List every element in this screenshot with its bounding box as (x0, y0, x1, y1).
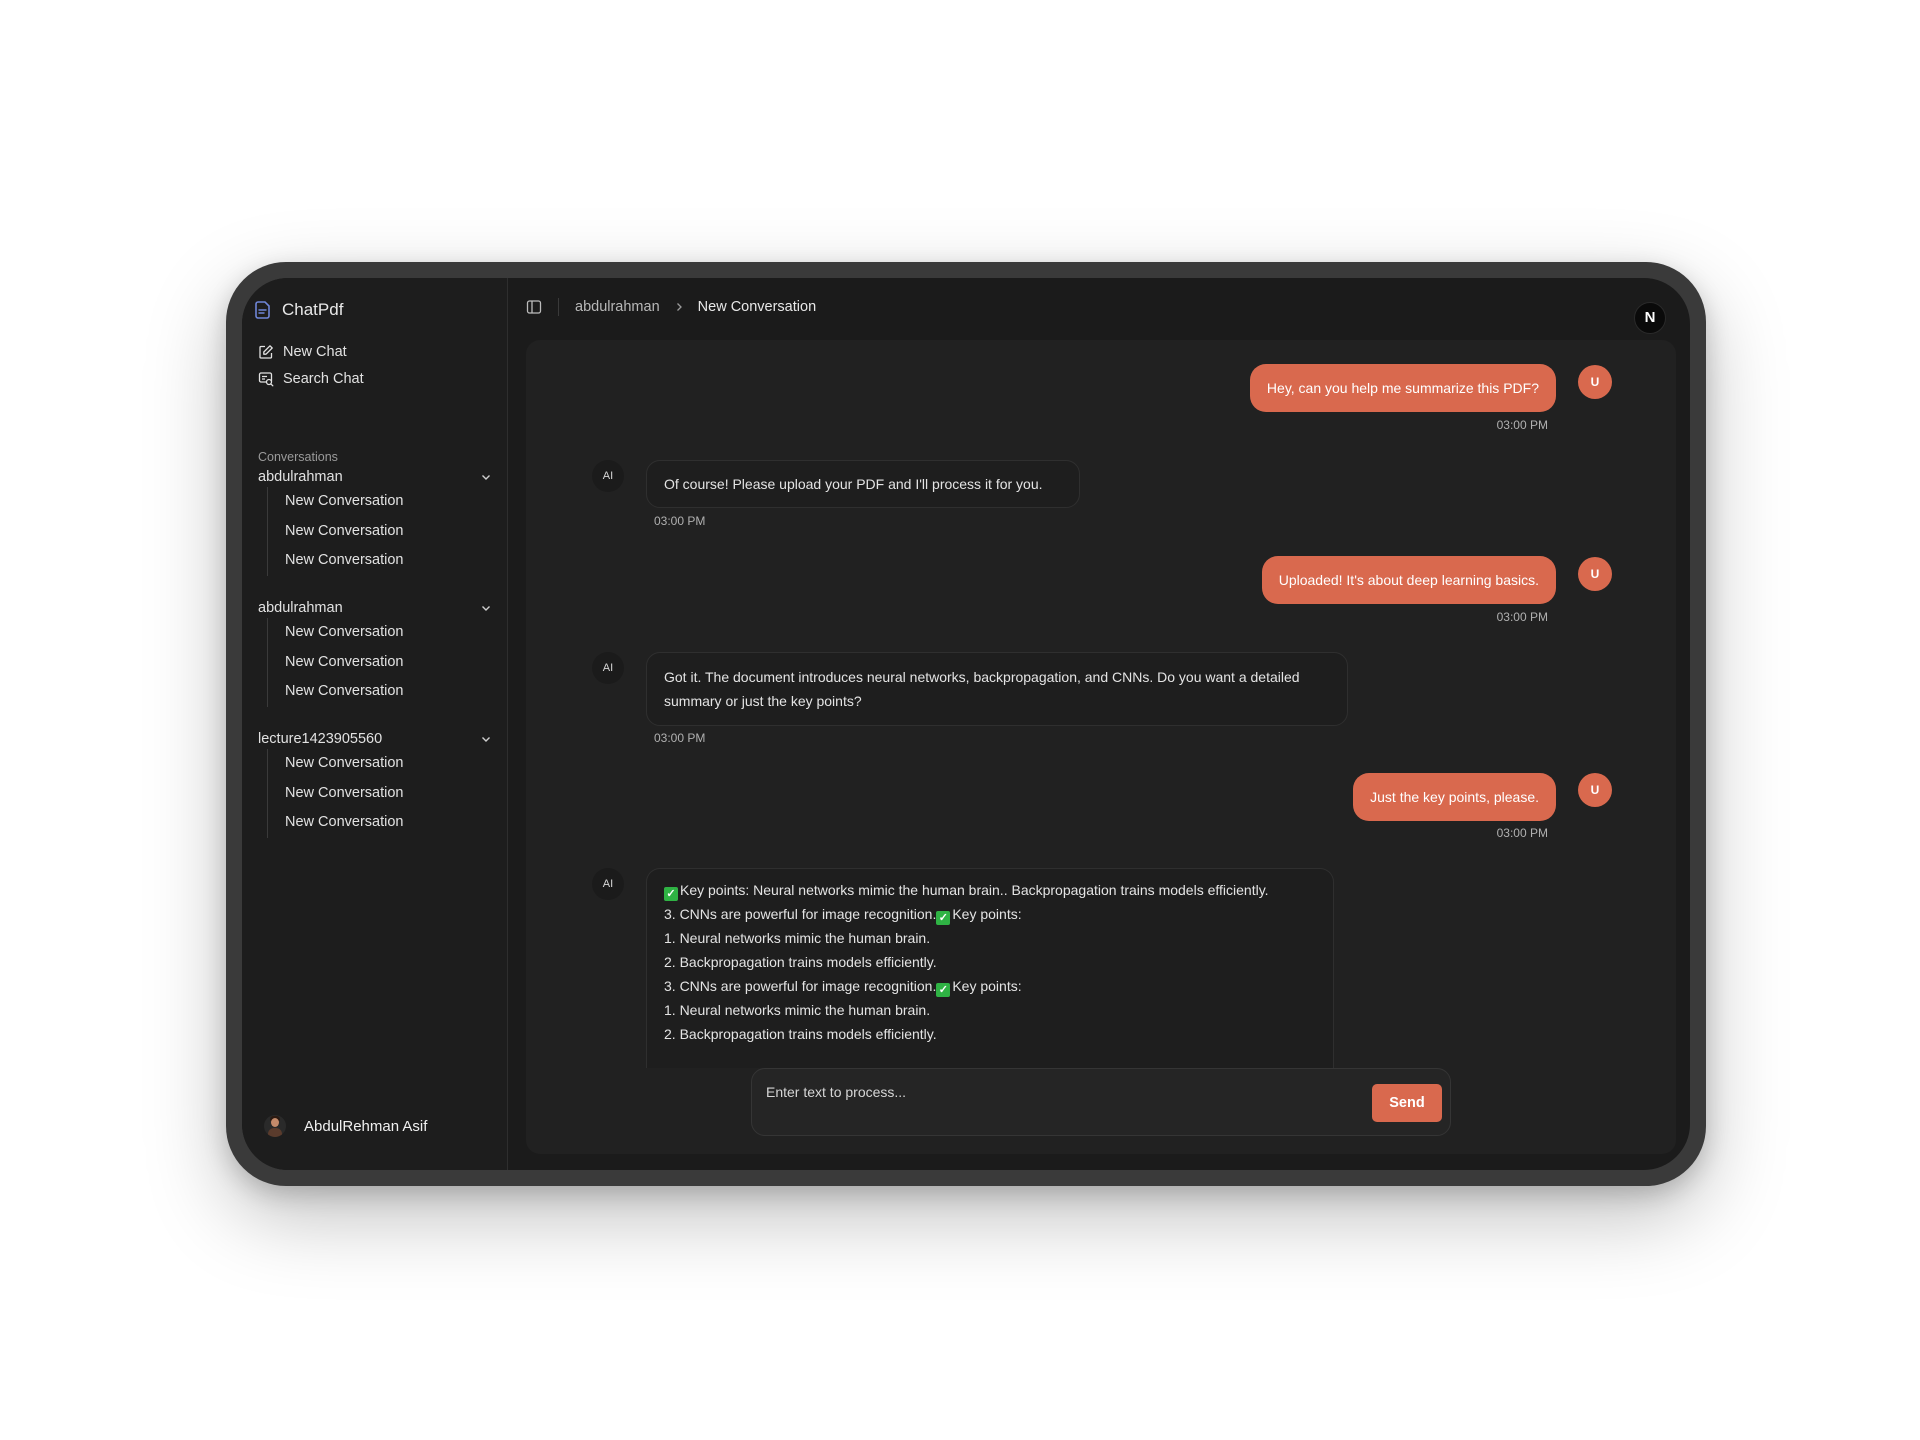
message-time: 03:00 PM (654, 731, 706, 745)
conversation-group-list: New Conversation New Conversation New Co… (267, 487, 488, 576)
edit-icon (259, 345, 273, 359)
chevron-down-icon (482, 737, 490, 742)
user-avatar: U (1578, 365, 1612, 399)
message-line: 3. CNNs are powerful for image recogniti… (664, 978, 1022, 997)
group-name: abdulrahman (258, 469, 343, 485)
sidebar: ChatPdf New Chat Search Chat Conversatio… (242, 278, 508, 1170)
ai-avatar: AI (592, 868, 624, 900)
user-message: Hey, can you help me summarize this PDF? (1249, 364, 1556, 412)
message-line: 1. Neural networks mimic the human brain… (664, 1002, 931, 1018)
check-icon: ✓ (936, 911, 951, 925)
device-frame: ChatPdf New Chat Search Chat Conversatio… (226, 262, 1706, 1186)
message-line: 1. Neural networks mimic the human brain… (664, 930, 931, 946)
conversation-item[interactable]: New Conversation (268, 779, 488, 809)
topbar: abdulrahman New Conversation N (526, 292, 1670, 334)
ai-avatar: AI (592, 652, 624, 684)
user-avatar: U (1578, 557, 1612, 591)
conversation-item[interactable]: New Conversation (268, 648, 488, 678)
document-icon (255, 301, 270, 319)
main-panel: abdulrahman New Conversation N Hey, can … (508, 278, 1690, 1170)
conversation-item[interactable]: New Conversation (268, 546, 488, 576)
chevron-down-icon (482, 606, 490, 611)
group-name: abdulrahman (258, 600, 343, 616)
ai-avatar: AI (592, 460, 624, 492)
conversation-item[interactable]: New Conversation (268, 517, 488, 547)
conversation-item[interactable]: New Conversation (268, 487, 488, 517)
group-name: lecture1423905560 (258, 731, 383, 747)
chevron-right-icon (674, 300, 684, 315)
ai-message: Got it. The document introduces neural n… (646, 652, 1348, 726)
check-icon: ✓ (664, 887, 678, 901)
conversation-group-list: New Conversation New Conversation New Co… (267, 618, 488, 707)
breadcrumb-parent[interactable]: abdulrahman (575, 299, 660, 315)
check-icon: ✓ (936, 983, 951, 997)
user-message: Uploaded! It's about deep learning basic… (1261, 556, 1556, 604)
conversation-group-list: New Conversation New Conversation New Co… (267, 749, 488, 838)
conversations-label: Conversations (258, 450, 338, 464)
conversation-group-header[interactable]: lecture1423905560 (258, 731, 494, 747)
ai-message: ✓ Key points: Neural networks mimic the h… (646, 868, 1334, 1068)
app-title: ChatPdf (282, 300, 344, 319)
n-badge: N (1634, 302, 1666, 334)
chevron-down-icon (482, 475, 490, 480)
message-time: 03:00 PM (1496, 418, 1548, 432)
message-line: 2. Backpropagation trains models efficie… (664, 954, 937, 970)
search-chat-label: Search Chat (283, 371, 364, 387)
user-avatar: U (1578, 773, 1612, 807)
new-chat-label: New Chat (283, 344, 347, 360)
breadcrumb-current: New Conversation (697, 299, 817, 315)
text-input[interactable] (764, 1079, 1348, 1105)
message-time: 03:00 PM (1496, 610, 1548, 624)
divider (558, 298, 559, 316)
user-profile[interactable]: AbdulRehman Asif (264, 1115, 427, 1137)
search-chat-icon (258, 372, 274, 387)
avatar (264, 1115, 286, 1137)
message-line: 3. CNNs are powerful for image recogniti… (664, 906, 1022, 925)
conversation-group-header[interactable]: abdulrahman (258, 469, 494, 485)
new-chat-button[interactable]: New Chat (258, 344, 347, 360)
conversation-item[interactable]: New Conversation (268, 677, 488, 707)
conversation-item[interactable]: New Conversation (268, 618, 488, 648)
message-time: 03:00 PM (1496, 826, 1548, 840)
send-button[interactable]: Send (1372, 1084, 1442, 1122)
message-time: 03:00 PM (654, 514, 706, 528)
app-window: ChatPdf New Chat Search Chat Conversatio… (242, 278, 1690, 1170)
conversation-item[interactable]: New Conversation (268, 808, 488, 838)
user-name: AbdulRehman Asif (304, 1117, 428, 1135)
brand[interactable]: ChatPdf (254, 300, 343, 320)
user-message: Just the key points, please. (1353, 773, 1556, 821)
ai-message: Of course! Please upload your PDF and I'… (646, 460, 1080, 508)
message-line: ✓ Key points: Neural networks mimic the h… (664, 878, 1316, 902)
composer: Send (751, 1068, 1451, 1136)
chat-area: Hey, can you help me summarize this PDF?… (526, 340, 1676, 1154)
sidebar-toggle-icon[interactable] (526, 299, 542, 315)
search-chat-button[interactable]: Search Chat (258, 371, 364, 387)
conversation-item[interactable]: New Conversation (268, 749, 488, 779)
message-line: 2. Backpropagation trains models efficie… (664, 1026, 937, 1042)
conversation-group-header[interactable]: abdulrahman (258, 600, 494, 616)
